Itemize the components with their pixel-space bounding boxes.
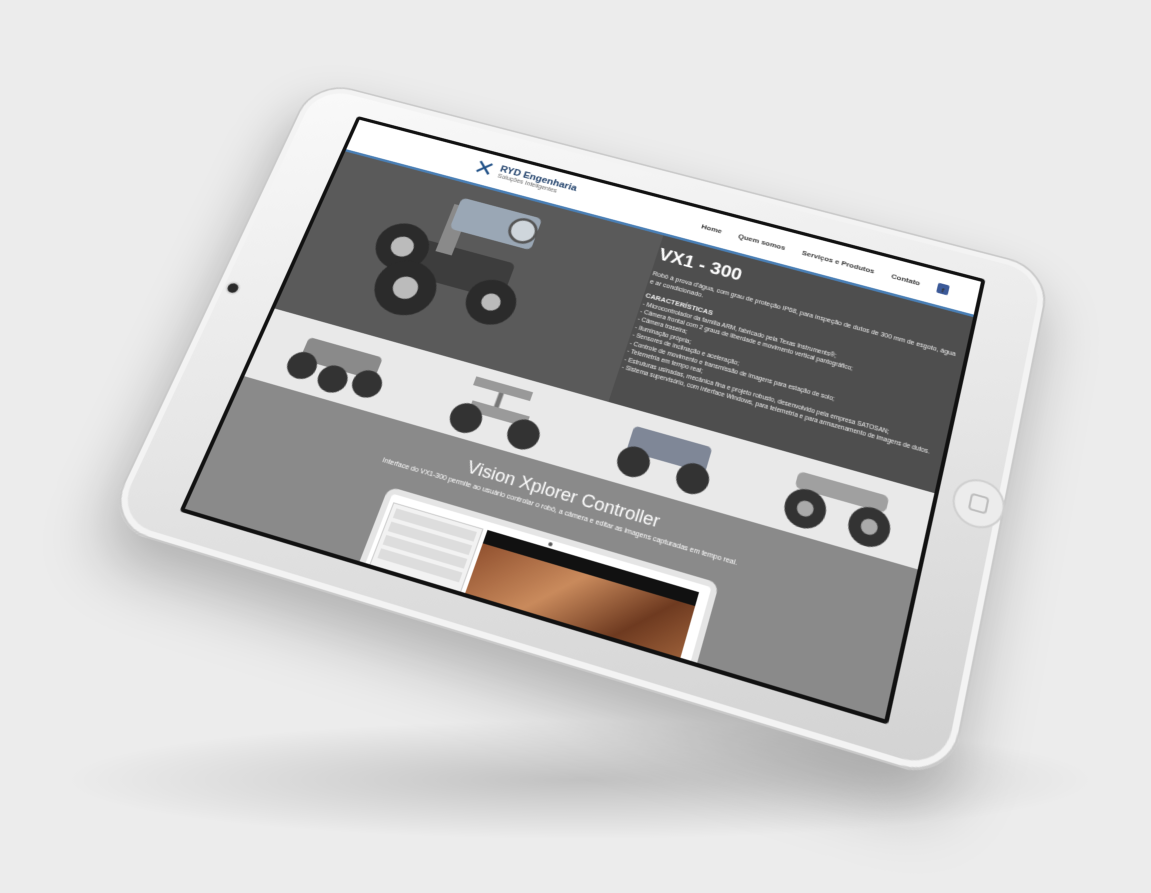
controller-panel xyxy=(360,502,484,616)
tablet-device: ✕ RYD Engenharia Soluções Inteligentes H… xyxy=(103,79,1052,783)
controller-video-feed xyxy=(457,530,699,682)
nav-contato[interactable]: Contato xyxy=(891,272,921,287)
home-button[interactable] xyxy=(948,473,1009,534)
laptop-camera xyxy=(548,542,553,547)
tablet-camera xyxy=(226,282,240,294)
nav-quem-somos[interactable]: Quem somos xyxy=(737,232,786,251)
logo-star-icon: ✕ xyxy=(471,156,498,181)
facebook-icon[interactable]: f xyxy=(936,283,950,296)
home-button-icon xyxy=(968,493,990,515)
nav-home[interactable]: Home xyxy=(701,222,724,234)
nav-servicos-produtos[interactable]: Serviços e Produtos xyxy=(801,249,875,275)
web-page: ✕ RYD Engenharia Soluções Inteligentes H… xyxy=(185,120,981,719)
tablet-screen: ✕ RYD Engenharia Soluções Inteligentes H… xyxy=(179,116,985,725)
